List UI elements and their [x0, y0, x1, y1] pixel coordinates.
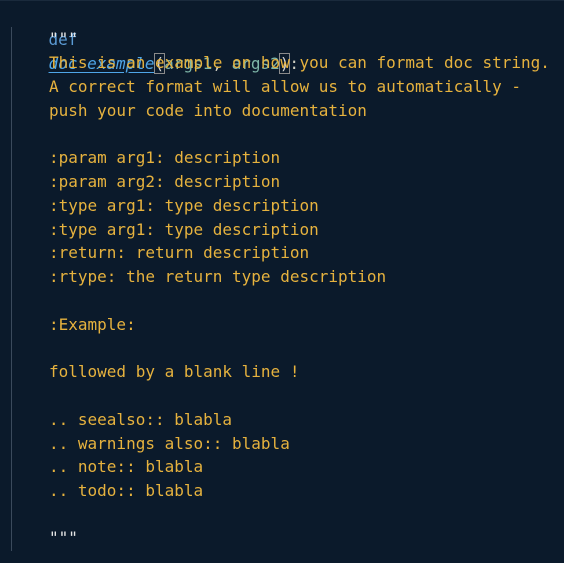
code-editor[interactable]: def doc_example(args1, args2): """ This …: [0, 0, 564, 563]
doc-line[interactable]: A correct format will allow us to automa…: [10, 75, 521, 99]
doc-line[interactable]: :type arg1: type description: [10, 218, 319, 242]
doc-line[interactable]: .. warnings also:: blabla: [10, 432, 290, 456]
doc-line[interactable]: [10, 289, 49, 313]
doc-line[interactable]: [10, 503, 49, 527]
doc-line[interactable]: :rtype: the return type description: [10, 265, 386, 289]
doc-line[interactable]: .. seealso:: blabla: [10, 408, 232, 432]
docstring-open-quotes[interactable]: """: [10, 27, 78, 51]
doc-line[interactable]: :return: return description: [10, 241, 309, 265]
doc-line[interactable]: push your code into documentation: [10, 99, 367, 123]
doc-line[interactable]: :param arg1: description: [10, 146, 280, 170]
doc-line[interactable]: [10, 384, 49, 408]
doc-line[interactable]: This is an example on how you can format…: [10, 51, 550, 75]
doc-line[interactable]: :type arg1: type description: [10, 194, 319, 218]
doc-line[interactable]: :Example:: [10, 313, 136, 337]
function-signature-line[interactable]: def doc_example(args1, args2):: [10, 4, 299, 74]
doc-line[interactable]: followed by a blank line !: [10, 360, 299, 384]
doc-line[interactable]: [10, 337, 49, 361]
doc-line[interactable]: [10, 123, 49, 147]
doc-line[interactable]: :param arg2: description: [10, 170, 280, 194]
doc-line[interactable]: .. todo:: blabla: [10, 479, 203, 503]
doc-line[interactable]: .. note:: blabla: [10, 455, 203, 479]
docstring-close-quotes[interactable]: """: [10, 526, 78, 550]
